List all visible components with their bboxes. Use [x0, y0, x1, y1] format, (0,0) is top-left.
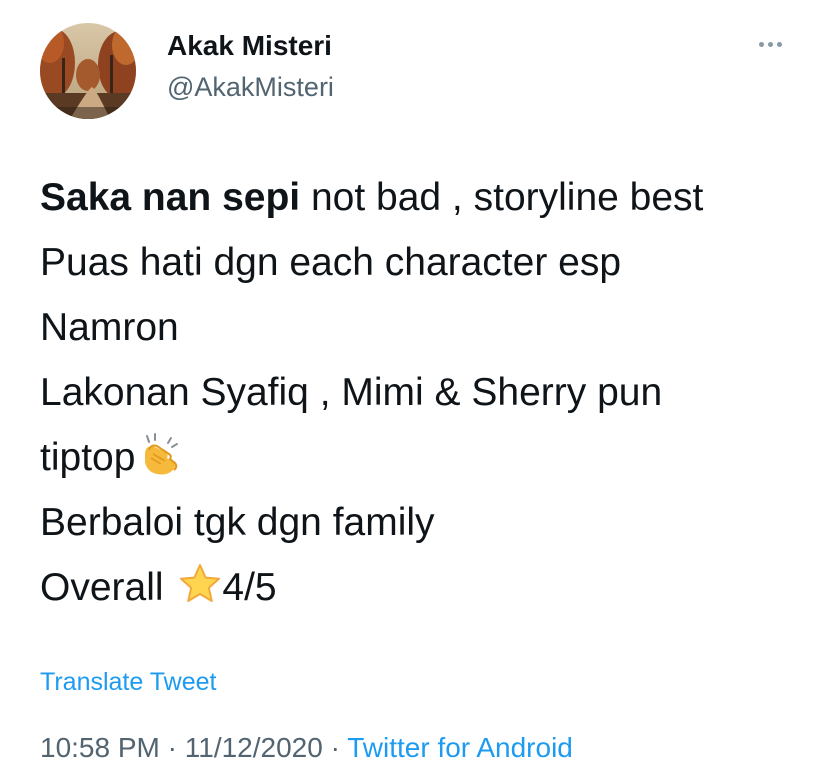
- tweet-title: Saka nan sepi: [40, 176, 301, 219]
- tweet-source-link[interactable]: Twitter for Android: [347, 732, 573, 763]
- meta-separator: ·: [159, 732, 185, 763]
- tweet-line-3: Namron: [40, 306, 179, 349]
- meta-separator: ·: [322, 732, 348, 763]
- author-display-name[interactable]: Akak Misteri: [167, 29, 332, 63]
- more-dot: [776, 41, 782, 47]
- tweet-line-5: tiptop: [40, 425, 800, 490]
- tweet-line-1: Saka nan sepi not bad , storyline best: [40, 165, 800, 230]
- tweet-text: Saka nan sepi not bad , storyline best P…: [40, 165, 800, 620]
- translate-tweet-link[interactable]: Translate Tweet: [40, 666, 216, 698]
- more-options-icon[interactable]: [750, 30, 790, 58]
- tweet-line-2: Puas hati dgn each character esp: [40, 241, 622, 284]
- tweet-line-4: Lakonan Syafiq , Mimi & Sherry pun: [40, 371, 663, 414]
- tweet-time: 10:58 PM: [40, 732, 160, 763]
- more-dot: [767, 41, 773, 47]
- star-icon: [178, 562, 222, 606]
- tweet-line-1-rest: not bad , storyline best: [300, 176, 704, 219]
- clapping-hands-icon: [139, 432, 183, 476]
- tweet-line-6: Berbaloi tgk dgn family: [40, 501, 435, 544]
- tweet-line-7: Overall 4/5: [40, 555, 800, 620]
- tweet-line-7-prefix: Overall: [40, 566, 164, 609]
- author-handle[interactable]: @AkakMisteri: [167, 70, 334, 104]
- tweet-line-5-text: tiptop: [40, 436, 136, 479]
- avatar[interactable]: [40, 23, 136, 119]
- more-dot: [758, 41, 764, 47]
- tweet-line-7-suffix: 4/5: [222, 566, 277, 609]
- tweet-date: 11/12/2020: [184, 732, 323, 763]
- autumn-forest-avatar-icon: [40, 23, 136, 119]
- tweet-meta: 10:58 PM · 11/12/2020 · Twitter for Andr…: [40, 731, 573, 765]
